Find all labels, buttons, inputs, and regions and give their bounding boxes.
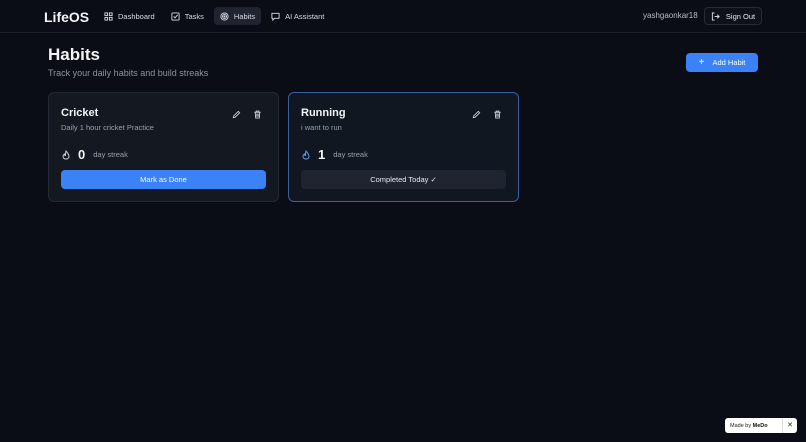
target-icon [220,11,229,21]
habit-card: Running i want to run 1 day streak Compl… [288,92,519,202]
streak-display: 1 day streak [301,147,368,162]
habit-title: Cricket [61,107,99,119]
logout-icon [711,11,720,21]
streak-count: 0 [78,147,86,162]
made-by-text: Made by MeDo [725,423,782,429]
made-by-prefix: Made by [730,422,752,429]
trash-icon[interactable] [493,110,502,119]
completed-today-button[interactable]: Completed Today ✓ [301,170,506,189]
habit-actions [232,110,262,119]
main-nav: Dashboard Tasks Habits AI Assistant [98,7,330,25]
streak-display: 0 day streak [61,147,128,162]
nav-item-habits[interactable]: Habits [213,7,262,25]
made-by-badge[interactable]: Made by MeDo ✕ [725,418,797,433]
app-logo[interactable]: LifeOS [44,9,89,25]
flame-icon [62,149,70,160]
top-navigation-bar: LifeOS Dashboard Tasks Habits AI Assista… [0,0,806,33]
nav-label: Habits [233,11,256,21]
edit-icon[interactable] [472,110,481,119]
chat-icon [271,12,280,21]
habit-description: i want to run [301,123,342,132]
nav-label: Tasks [184,11,204,21]
add-habit-label: Add Habit [712,58,746,67]
close-icon[interactable]: ✕ [782,418,797,433]
nav-label: AI Assistant [285,11,325,21]
streak-label: day streak [93,150,128,159]
nav-item-tasks[interactable]: Tasks [165,7,210,25]
habit-card: Cricket Daily 1 hour cricket Practice 0 … [48,92,279,202]
trash-icon[interactable] [253,110,262,119]
streak-label: day streak [333,150,368,159]
mark-as-done-button[interactable]: Mark as Done [61,170,266,189]
add-habit-button[interactable]: + Add Habit [686,53,758,72]
page-title: Habits [48,45,100,64]
dashboard-icon [104,11,113,21]
page-subtitle: Track your daily habits and build streak… [48,68,209,78]
nav-item-ai-assistant[interactable]: AI Assistant [265,7,330,25]
sign-out-label: Sign Out [725,11,756,21]
nav-label: Dashboard [118,11,155,21]
sign-out-button[interactable]: Sign Out [704,7,762,25]
made-by-brand: MeDo [752,422,768,429]
habit-actions [472,110,502,119]
habit-description: Daily 1 hour cricket Practice [61,123,154,132]
edit-icon[interactable] [232,110,241,119]
plus-icon: + [698,56,705,68]
habit-title: Running [301,107,346,119]
nav-item-dashboard[interactable]: Dashboard [98,7,161,25]
streak-count: 1 [318,147,326,162]
checkbox-icon [171,11,180,21]
username-label: yashgaonkar18 [643,11,698,20]
flame-icon [302,149,310,160]
